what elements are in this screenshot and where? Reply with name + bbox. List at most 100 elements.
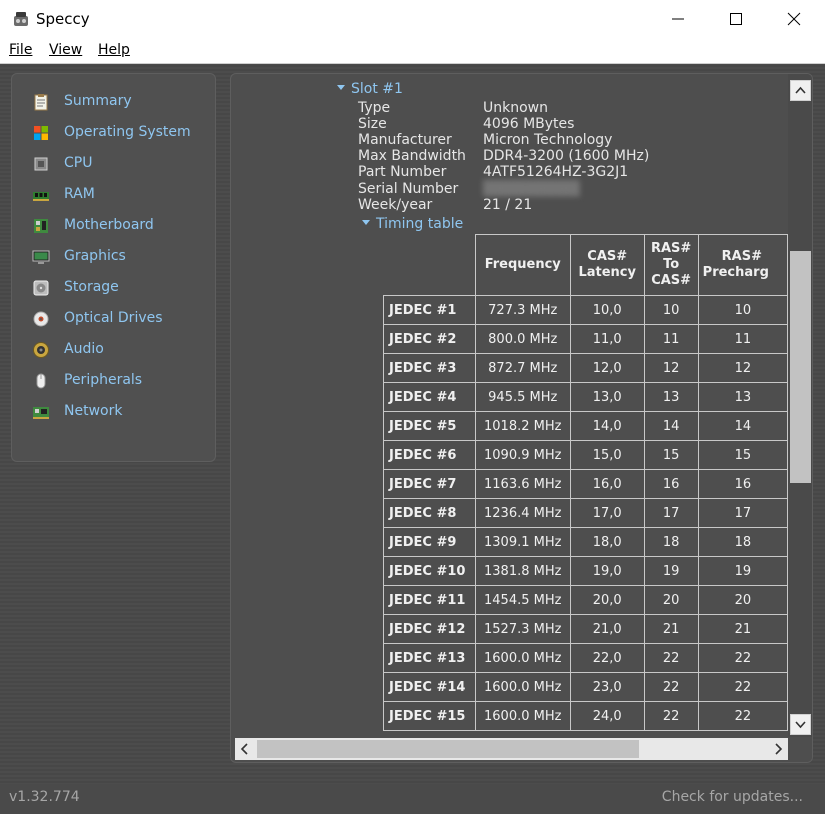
minimize-button[interactable] xyxy=(649,0,707,38)
row-header: JEDEC #3 xyxy=(383,353,476,383)
prop-value-serial-number-redacted: ▒▒▒▒▒▒▒▒▒ xyxy=(483,181,580,197)
scroll-left-button[interactable] xyxy=(235,738,255,760)
header-cas-latency-label: CAS# Latency xyxy=(578,249,636,280)
table-cell: 22 xyxy=(697,643,788,673)
table-cell: 1527.3 MHz xyxy=(474,614,571,644)
scroll-right-button[interactable] xyxy=(768,738,788,760)
header-frequency-label: Frequency xyxy=(484,257,561,272)
sidebar-item-label: Storage xyxy=(64,279,119,295)
content-panel: Slot #1 Type Unknown Size 4096 MBytes Ma… xyxy=(230,73,813,763)
table-cell: 1381.8 MHz xyxy=(474,556,571,586)
sidebar-item-ram[interactable]: RAM xyxy=(30,184,210,206)
prop-value-manufacturer: Micron Technology xyxy=(483,132,613,148)
table-cell: 12 xyxy=(697,353,788,383)
row-header: JEDEC #7 xyxy=(383,469,476,499)
horizontal-scrollbar[interactable] xyxy=(235,738,788,760)
table-row: JEDEC #13 1600.0 MHz 22,0 22 22 xyxy=(383,643,788,673)
table-cell: 13,0 xyxy=(569,382,645,412)
timing-table-toggle[interactable]: Timing table xyxy=(362,216,463,232)
sidebar-item-operating-system[interactable]: Operating System xyxy=(30,122,210,144)
table-cell: 10,0 xyxy=(569,295,645,325)
header-cas-latency: CAS# Latency xyxy=(569,234,645,296)
row-header: JEDEC #1 xyxy=(383,295,476,325)
table-cell: 18,0 xyxy=(569,527,645,557)
table-cell: 12 xyxy=(643,353,699,383)
table-cell: 22 xyxy=(643,672,699,702)
sidebar-item-optical-drives[interactable]: Optical Drives xyxy=(30,308,210,330)
row-header: JEDEC #12 xyxy=(383,614,476,644)
prop-value-week-year: 21 / 21 xyxy=(483,197,533,213)
content-viewport: Slot #1 Type Unknown Size 4096 MBytes Ma… xyxy=(231,74,788,737)
table-row: JEDEC #15 1600.0 MHz 24,0 22 22 xyxy=(383,701,788,731)
table-cell: 21 xyxy=(643,614,699,644)
sidebar-item-motherboard[interactable]: Motherboard xyxy=(30,215,210,237)
table-cell: 19,0 xyxy=(569,556,645,586)
table-cell: 17 xyxy=(643,498,699,528)
table-cell: 16 xyxy=(697,469,788,499)
row-header: JEDEC #14 xyxy=(383,672,476,702)
menu-view[interactable]: View xyxy=(49,42,82,58)
row-header: JEDEC #4 xyxy=(383,382,476,412)
sidebar-item-network[interactable]: Network xyxy=(30,401,210,423)
sidebar-item-storage[interactable]: Storage xyxy=(30,277,210,299)
sidebar-item-cpu[interactable]: CPU xyxy=(30,153,210,175)
row-header: JEDEC #15 xyxy=(383,701,476,731)
table-cell: 11 xyxy=(697,324,788,354)
menu-help-label: Help xyxy=(98,42,130,58)
sidebar-item-peripherals[interactable]: Peripherals xyxy=(30,370,210,392)
sidebar-item-audio[interactable]: Audio xyxy=(30,339,210,361)
minimize-icon xyxy=(672,18,684,20)
table-row: JEDEC #8 1236.4 MHz 17,0 17 17 xyxy=(383,498,788,528)
ram-module-icon xyxy=(33,192,49,201)
speaker-icon xyxy=(33,342,49,358)
sidebar-item-summary[interactable]: Summary xyxy=(30,91,210,113)
mouse-icon xyxy=(36,373,46,389)
sidebar-item-label: Network xyxy=(64,403,123,419)
table-cell: 20 xyxy=(697,585,788,615)
table-cell: 1090.9 MHz xyxy=(474,440,571,470)
expand-triangle-icon xyxy=(337,84,345,90)
table-row: JEDEC #14 1600.0 MHz 23,0 22 22 xyxy=(383,672,788,702)
table-cell: 11,0 xyxy=(569,324,645,354)
clipboard-icon xyxy=(34,94,48,111)
row-header: JEDEC #5 xyxy=(383,411,476,441)
row-header: JEDEC #6 xyxy=(383,440,476,470)
horizontal-scroll-thumb[interactable] xyxy=(257,740,639,758)
chevron-up-icon xyxy=(795,86,806,94)
table-cell: 1018.2 MHz xyxy=(474,411,571,441)
menu-help[interactable]: Help xyxy=(98,42,130,58)
sidebar-item-label: RAM xyxy=(64,186,95,202)
timing-table-body: JEDEC #1 727.3 MHz 10,0 10 10 JEDEC #2 800.0 M… xyxy=(383,295,788,731)
table-cell: 1163.6 MHz xyxy=(474,469,571,499)
version-label: v1.32.774 xyxy=(9,789,80,805)
table-row: JEDEC #11 1454.5 MHz 20,0 20 20 xyxy=(383,585,788,615)
sidebar-item-graphics[interactable]: Graphics xyxy=(30,246,210,268)
network-card-icon xyxy=(33,407,49,419)
table-cell: 20,0 xyxy=(569,585,645,615)
table-cell: 17 xyxy=(697,498,788,528)
hard-drive-icon xyxy=(33,280,49,296)
scroll-down-button[interactable] xyxy=(790,714,811,735)
check-for-updates-link[interactable]: Check for updates... xyxy=(662,789,803,805)
table-cell: 18 xyxy=(697,527,788,557)
scroll-up-button[interactable] xyxy=(790,80,811,101)
prop-label-serial-number: Serial Number xyxy=(358,181,459,197)
table-cell: 11 xyxy=(643,324,699,354)
table-cell: 16 xyxy=(643,469,699,499)
table-cell: 1600.0 MHz xyxy=(474,643,571,673)
close-button[interactable] xyxy=(765,0,823,38)
vertical-scrollbar[interactable] xyxy=(788,74,812,737)
window-title: Speccy xyxy=(36,10,90,28)
slot-1-toggle[interactable]: Slot #1 xyxy=(337,81,403,97)
table-cell: 945.5 MHz xyxy=(474,382,571,412)
maximize-button[interactable] xyxy=(707,0,765,38)
vertical-scroll-thumb[interactable] xyxy=(790,251,811,483)
table-row: JEDEC #3 872.7 MHz 12,0 12 12 xyxy=(383,353,788,383)
table-cell: 800.0 MHz xyxy=(474,324,571,354)
close-icon xyxy=(787,12,801,26)
scrollbar-corner xyxy=(788,737,812,762)
header-frequency: Frequency xyxy=(474,234,571,296)
sidebar-item-label: Graphics xyxy=(64,248,126,264)
row-header: JEDEC #9 xyxy=(383,527,476,557)
menu-file[interactable]: File xyxy=(9,42,32,58)
